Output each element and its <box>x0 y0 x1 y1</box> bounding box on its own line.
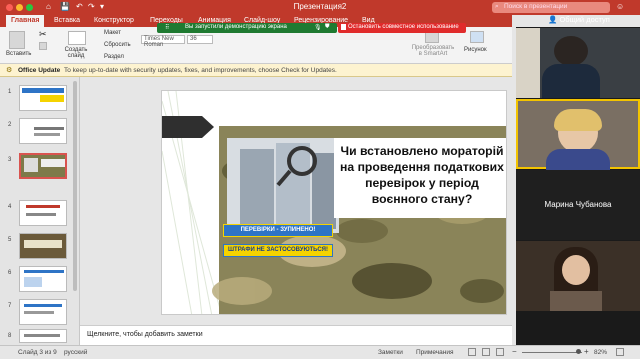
banner-title: Office Update <box>18 67 61 74</box>
new-slide-button[interactable]: Создать слайд <box>62 47 90 59</box>
convert-smartart-button[interactable]: Преобразовать в SmartArt <box>410 45 456 57</box>
paste-icon[interactable] <box>9 31 25 49</box>
thumbnail-scrollbar[interactable] <box>73 81 77 291</box>
slide-number: 6 <box>8 270 12 276</box>
new-slide-icon[interactable] <box>68 31 86 45</box>
share-icon: 👤 <box>548 15 558 24</box>
search-placeholder: Поиск в презентации <box>504 3 568 10</box>
reset-button[interactable]: Сбросить <box>104 42 131 48</box>
picture-button[interactable]: Рисунок <box>464 47 487 53</box>
person-body <box>550 291 602 311</box>
office-update-banner: ⚙ Office Update To keep up-to-date with … <box>0 64 512 77</box>
search-input[interactable]: ⌕ Поиск в презентации <box>492 2 610 13</box>
reading-view-icon[interactable] <box>496 348 504 356</box>
zoom-out-icon[interactable]: − <box>512 347 517 356</box>
slide-thumbnail-3[interactable] <box>19 153 67 179</box>
drag-handle-icon[interactable]: ⠿ <box>165 24 169 31</box>
section-button[interactable]: Раздел <box>104 54 124 60</box>
current-slide[interactable]: Чи встановлено мораторій на проведення п… <box>161 90 507 315</box>
slide-button-checks: ПЕРЕВІРКИ - ЗУПИНЕНО! <box>223 224 333 237</box>
participant-name: Марина Чубанова <box>544 200 612 209</box>
banner-text: To keep up-to-date with security updates… <box>64 67 337 74</box>
slide-thumbnail-6[interactable] <box>19 266 67 292</box>
person-hair <box>554 109 602 131</box>
slide-thumbnails-panel: 1 2 3 4 5 6 7 8 <box>0 77 80 345</box>
cut-icon[interactable]: ✂ <box>39 29 47 40</box>
slide-number: 5 <box>8 237 12 243</box>
shield-icon[interactable]: ⛊ <box>325 24 330 31</box>
person-head <box>554 36 588 66</box>
background-wall <box>516 28 540 98</box>
search-icon: ⌕ <box>495 3 499 10</box>
info-icon: ⚙ <box>6 67 13 74</box>
picture-icon[interactable] <box>470 31 484 43</box>
stop-share-label: Остановить совместное использование <box>348 24 459 30</box>
stop-share-button[interactable]: Остановить совместное использование <box>338 23 466 33</box>
paste-button[interactable]: Вставить <box>6 51 31 57</box>
slide-thumbnail-5[interactable] <box>19 233 67 259</box>
slide-number: 4 <box>8 204 12 210</box>
slide-thumbnail-2[interactable] <box>19 118 67 144</box>
tab-home[interactable]: Главная <box>6 15 45 27</box>
sharing-status-text: Вы запустили демонстрацию экрана <box>185 24 287 30</box>
slide-number: 2 <box>8 122 12 128</box>
layout-button[interactable]: Макет <box>104 30 121 36</box>
participant-video-3[interactable]: Марина Чубанова <box>516 170 640 240</box>
slide-thumbnail-1[interactable] <box>19 85 67 111</box>
zoom-level[interactable]: 82% <box>594 349 607 356</box>
slide-number: 8 <box>8 333 12 339</box>
share-button[interactable]: 👤 Общий доступ <box>548 15 610 24</box>
slide-number: 1 <box>8 89 12 95</box>
person-face-front <box>562 255 590 285</box>
slide-number: 3 <box>8 157 12 163</box>
notes-pane[interactable]: Щелкните, чтобы добавить заметки <box>80 325 512 345</box>
person-body <box>542 64 600 98</box>
mic-icon[interactable]: 🎙 <box>314 24 322 31</box>
language-indicator[interactable]: русский <box>64 349 87 356</box>
participant-video-1[interactable] <box>516 28 640 98</box>
participant-video-2[interactable] <box>516 99 640 171</box>
smiley-icon[interactable]: ☺ <box>616 2 624 11</box>
comments-toggle-button[interactable]: Примечания <box>416 349 454 356</box>
participant-video-4[interactable] <box>516 241 640 311</box>
slide-counter: Слайд 3 из 9 <box>18 349 57 356</box>
zoom-share-indicator: ⠿ Вы запустили демонстрацию экрана 🎙 ⛊ <box>157 23 337 33</box>
font-size-select[interactable]: 36 <box>187 35 213 44</box>
status-bar: Слайд 3 из 9 русский Заметки Примечания … <box>0 345 640 359</box>
slide-thumbnail-7[interactable] <box>19 299 67 325</box>
notes-placeholder: Щелкните, чтобы добавить заметки <box>87 331 203 338</box>
person-body <box>546 149 610 171</box>
tab-insert[interactable]: Вставка <box>54 17 80 24</box>
notes-toggle-button[interactable]: Заметки <box>378 349 403 356</box>
slide-button-fines: ШТРАФИ НЕ ЗАСТОСОВУЮТЬСЯ! <box>223 244 333 257</box>
font-name-select[interactable]: Times New Roman <box>141 35 185 48</box>
copy-icon[interactable] <box>39 42 47 50</box>
fit-to-window-icon[interactable] <box>616 348 624 356</box>
slide-thumbnail-8[interactable] <box>19 329 67 343</box>
slide-number: 7 <box>8 303 12 309</box>
slide-title: Чи встановлено мораторій на проведення п… <box>340 144 504 206</box>
slide-sorter-icon[interactable] <box>482 348 490 356</box>
tab-design[interactable]: Конструктор <box>94 17 134 24</box>
stop-icon <box>341 24 346 30</box>
zoom-in-icon[interactable]: + <box>584 347 589 356</box>
zoom-slider-handle[interactable] <box>576 349 581 354</box>
normal-view-icon[interactable] <box>468 348 476 356</box>
participants-panel: Марина Чубанова <box>516 27 640 345</box>
slide-thumbnail-4[interactable] <box>19 200 67 226</box>
title-bar: ⌂ 💾 ↶ ↷ ▾ Презентация2 ⌕ Поиск в презент… <box>0 0 640 15</box>
zoom-slider[interactable] <box>522 352 582 353</box>
